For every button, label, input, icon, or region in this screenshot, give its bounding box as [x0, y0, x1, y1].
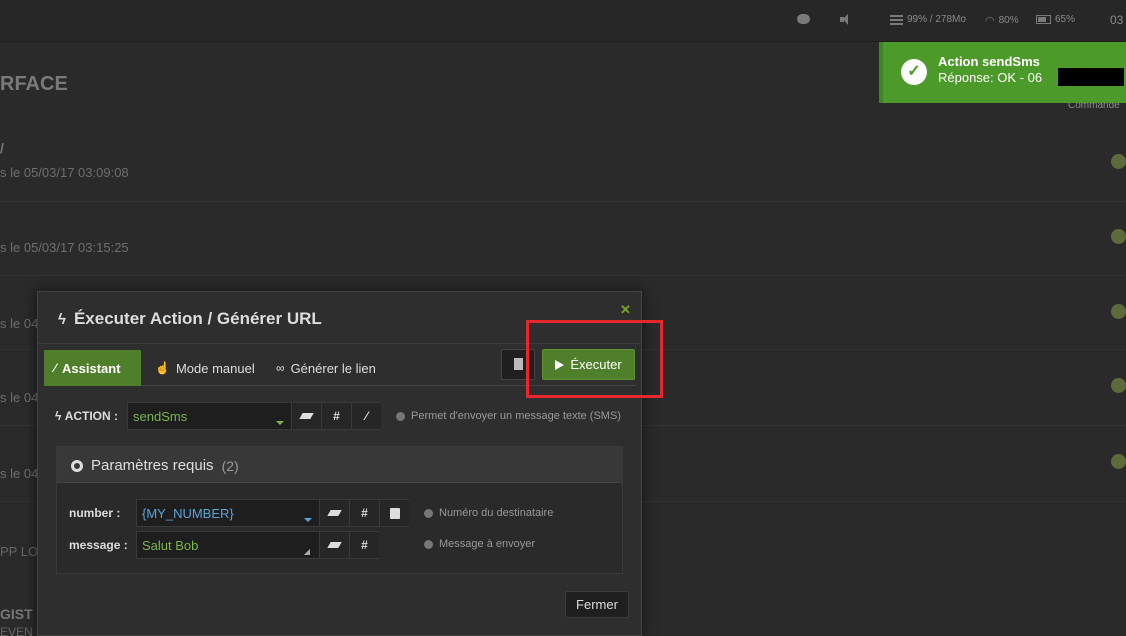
pointer-icon: ☝ — [155, 361, 170, 375]
hash-icon: # — [333, 409, 340, 423]
modal-title: ϟ Éxecuter Action / Générer URL — [58, 309, 322, 328]
info-icon — [424, 539, 433, 549]
info-icon — [424, 508, 433, 518]
eraser-button[interactable] — [319, 532, 349, 558]
execute-button[interactable]: Éxecuter — [542, 349, 635, 380]
action-select[interactable]: sendSms # ⁄ — [127, 402, 381, 430]
eraser-button[interactable] — [319, 500, 349, 526]
bg-text-pp: PP LO — [0, 544, 39, 559]
params-panel: Paramètres requis (2) number : {MY_NUMBE… — [56, 446, 623, 574]
message-textarea[interactable]: Salut Bob ◢ # — [136, 531, 379, 559]
magic-wand-button[interactable]: ⁄ — [351, 403, 381, 429]
hash-button[interactable]: # — [349, 532, 379, 558]
tab-assistant[interactable]: ⁄ Assistant — [44, 350, 141, 386]
message-label: message : — [69, 538, 128, 552]
message-hint: Message à envoyer — [424, 538, 535, 550]
link-icon: ∞ — [276, 361, 285, 375]
row-date: s le 05/03/17 03:09:08 — [0, 165, 129, 180]
book-button[interactable] — [379, 500, 409, 526]
modal-header: ϟ Éxecuter Action / Générer URL ✕ — [38, 292, 641, 344]
resize-handle-icon[interactable]: ◢ — [304, 547, 310, 556]
bolt-icon: ϟ — [55, 409, 65, 423]
toast-title: Action sendSms — [938, 54, 1040, 69]
toast-message: Réponse: OK - 06 — [938, 70, 1043, 85]
list-item[interactable]: s le 05/03/17 03:09:08 — [0, 130, 1126, 202]
close-button[interactable]: Fermer — [565, 591, 629, 618]
row-date: s le 04 — [0, 390, 39, 405]
battery-icon — [1036, 15, 1051, 24]
memory-status: 99% / 278Mo — [890, 14, 966, 25]
tab-generate-link[interactable]: ∞ Générer le lien — [266, 350, 386, 386]
wifi-icon: ◠ — [985, 15, 995, 27]
params-title: Paramètres requis (2) — [71, 457, 239, 474]
hash-icon: # — [361, 506, 368, 520]
number-input[interactable]: {MY_NUMBER} # — [136, 499, 409, 527]
status-dot — [1111, 454, 1126, 469]
info-icon — [396, 411, 405, 421]
action-label: ϟ ACTION : — [55, 409, 119, 423]
book-icon — [389, 507, 400, 519]
eraser-icon — [327, 542, 342, 548]
hash-button[interactable]: # — [321, 403, 351, 429]
clock: 03 — [1110, 13, 1124, 27]
chevron-down-icon — [304, 518, 312, 522]
row-date: s le 04 — [0, 466, 39, 481]
redaction-box — [1058, 68, 1124, 86]
action-hint: Permet d'envoyer un message texte (SMS) — [396, 410, 621, 422]
list-item[interactable]: s le 05/03/17 03:15:25 — [0, 202, 1126, 276]
execute-action-modal: ϟ Éxecuter Action / Générer URL ✕ ⁄ Assi… — [37, 291, 642, 636]
hash-button[interactable]: # — [349, 500, 379, 526]
play-icon — [555, 359, 565, 370]
check-icon: ✓ — [901, 59, 927, 85]
server-icon — [890, 14, 903, 25]
volume-icon[interactable] — [840, 14, 852, 25]
tab-manual-mode[interactable]: ☝ Mode manuel — [145, 350, 265, 386]
eraser-button[interactable] — [291, 403, 321, 429]
status-dot — [1111, 154, 1126, 169]
battery-status: 65% — [1036, 14, 1075, 25]
number-label: number : — [69, 506, 121, 520]
status-dot — [1111, 304, 1126, 319]
hash-icon: # — [361, 538, 368, 552]
eraser-icon — [299, 413, 314, 419]
row-date: s le 04 — [0, 316, 39, 331]
bg-text-gist: GIST — [0, 606, 33, 622]
bg-text-event: EVEN — [0, 625, 33, 636]
bolt-icon: ϟ — [58, 310, 66, 328]
close-icon[interactable]: ✕ — [620, 302, 631, 318]
number-hint: Numéro du destinataire — [424, 507, 553, 519]
chevron-down-icon — [276, 421, 284, 425]
document-button[interactable] — [501, 349, 535, 380]
chat-icon[interactable] — [797, 14, 810, 24]
status-dot — [1111, 378, 1126, 393]
page-title: RFACE — [0, 73, 68, 95]
gear-icon — [71, 459, 83, 472]
wifi-status: ◠ 80% — [985, 15, 1019, 27]
top-bar: 99% / 278Mo ◠ 80% 65% 03 — [0, 0, 1126, 42]
magic-wand-icon: ⁄ — [365, 409, 368, 423]
row-date: s le 05/03/17 03:15:25 — [0, 240, 129, 255]
status-dot — [1111, 229, 1126, 244]
magic-wand-icon: ⁄ — [54, 361, 57, 375]
success-toast[interactable]: ✓ Action sendSms Réponse: OK - 06 — [879, 42, 1126, 103]
eraser-icon — [327, 510, 342, 516]
params-panel-header: Paramètres requis (2) — [57, 447, 622, 483]
